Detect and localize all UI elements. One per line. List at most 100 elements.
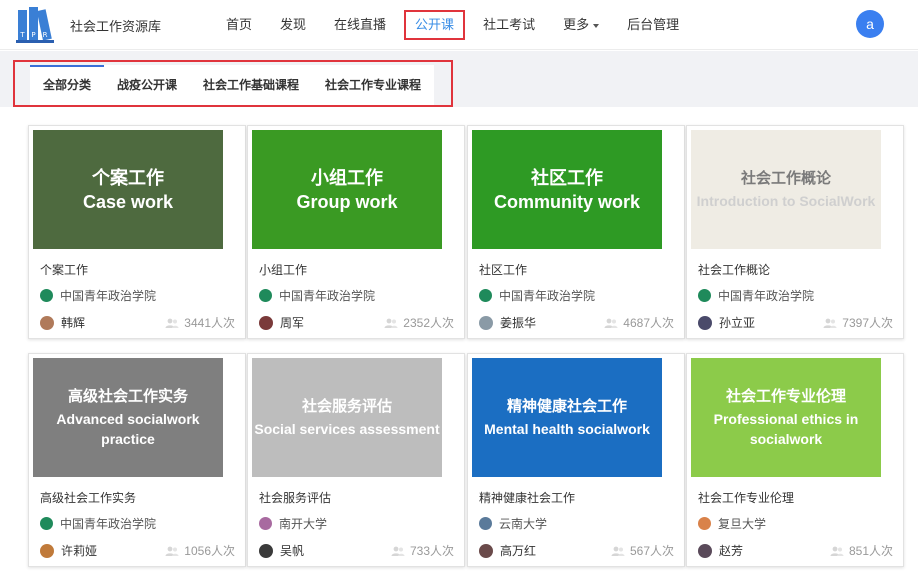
- course-teacher[interactable]: 高万红: [479, 542, 536, 559]
- tab-professional-courses[interactable]: 社会工作专业课程: [312, 65, 434, 105]
- tab-epidemic-courses[interactable]: 战疫公开课: [104, 65, 190, 105]
- cover-title-cn: 个案工作: [92, 167, 164, 188]
- view-count: 3441人次: [165, 314, 235, 331]
- site-title[interactable]: 社会工作资源库: [70, 16, 161, 35]
- course-teacher[interactable]: 孙立亚: [698, 314, 755, 331]
- course-cover[interactable]: 精神健康社会工作 Mental health socialwork: [472, 358, 662, 477]
- course-school[interactable]: 云南大学: [479, 515, 547, 532]
- school-emblem-icon: [698, 517, 711, 530]
- course-teacher[interactable]: 姜振华: [479, 314, 536, 331]
- course-title[interactable]: 社会工作概论: [698, 261, 770, 278]
- course-title[interactable]: 精神健康社会工作: [479, 489, 575, 506]
- school-name: 中国青年政治学院: [279, 289, 376, 303]
- cover-title-en: Mental health socialwork: [484, 420, 650, 437]
- school-emblem-icon: [479, 289, 492, 302]
- teacher-avatar-icon: [259, 315, 273, 330]
- course-school[interactable]: 中国青年政治学院: [259, 287, 375, 304]
- teacher-name: 吴帆: [280, 544, 305, 558]
- course-teacher[interactable]: 周军: [259, 314, 304, 331]
- course-teacher[interactable]: 韩辉: [40, 314, 85, 331]
- course-school[interactable]: 中国青年政治学院: [40, 515, 156, 532]
- course-school[interactable]: 中国青年政治学院: [40, 287, 156, 304]
- teacher-name: 韩辉: [61, 316, 86, 330]
- course-cover[interactable]: 小组工作 Group work: [252, 130, 442, 249]
- teacher-avatar-icon: [479, 543, 493, 558]
- cover-title-cn: 社会服务评估: [301, 397, 392, 415]
- school-name: 云南大学: [499, 517, 548, 531]
- course-title[interactable]: 个案工作: [40, 261, 88, 278]
- course-card[interactable]: 社会工作概论 Introduction to SocialWork 社会工作概论…: [686, 125, 904, 339]
- view-count-text: 733人次: [409, 544, 454, 558]
- tab-all-categories[interactable]: 全部分类: [30, 65, 105, 105]
- cover-title-cn: 社会工作专业伦理: [725, 387, 846, 405]
- logo-letter-r: R: [43, 31, 48, 39]
- view-count: 2352人次: [384, 314, 454, 331]
- course-card[interactable]: 精神健康社会工作 Mental health socialwork 精神健康社会…: [467, 353, 685, 567]
- course-teacher[interactable]: 吴帆: [259, 542, 304, 559]
- school-emblem-icon: [40, 517, 53, 530]
- school-emblem-icon: [40, 289, 53, 302]
- course-cover[interactable]: 社会服务评估 Social services assessment: [252, 358, 442, 477]
- nav-open-courses[interactable]: 公开课: [404, 10, 466, 40]
- teacher-name: 姜振华: [500, 316, 537, 330]
- cover-title-en: Professional ethics in socialwork: [713, 410, 859, 447]
- teacher-name: 许莉娅: [61, 544, 98, 558]
- course-teacher[interactable]: 赵芳: [698, 542, 743, 559]
- cover-title-en: Introduction to SocialWork: [696, 192, 876, 209]
- nav-exam[interactable]: 社工考试: [469, 10, 549, 40]
- course-school[interactable]: 中国青年政治学院: [698, 287, 814, 304]
- course-teacher[interactable]: 许莉娅: [40, 542, 97, 559]
- school-emblem-icon: [259, 517, 272, 530]
- course-title[interactable]: 小组工作: [259, 261, 307, 278]
- course-title[interactable]: 社会工作专业伦理: [698, 489, 794, 506]
- nav-live[interactable]: 在线直播: [320, 10, 400, 40]
- nav-discover[interactable]: 发现: [266, 10, 320, 40]
- books-logo-icon[interactable]: T P R: [16, 6, 56, 44]
- view-count-text: 2352人次: [403, 316, 454, 330]
- course-school[interactable]: 中国青年政治学院: [479, 287, 595, 304]
- teacher-name: 孙立亚: [719, 316, 756, 330]
- course-cover[interactable]: 社会工作概论 Introduction to SocialWork: [691, 130, 881, 249]
- teacher-name: 赵芳: [719, 544, 744, 558]
- cover-title-cn: 社会工作概论: [740, 169, 831, 187]
- caret-down-icon: [593, 23, 600, 28]
- teacher-avatar-icon: [40, 315, 54, 330]
- viewers-icon: [384, 318, 398, 328]
- teacher-avatar-icon: [40, 543, 54, 558]
- logo-letter-p: P: [31, 31, 35, 39]
- view-count: 567人次: [611, 542, 674, 559]
- course-title[interactable]: 高级社会工作实务: [40, 489, 136, 506]
- nav-home[interactable]: 首页: [212, 10, 266, 40]
- course-card[interactable]: 社会工作专业伦理 Professional ethics in socialwo…: [686, 353, 904, 567]
- course-school[interactable]: 复旦大学: [698, 515, 766, 532]
- top-header: T P R 社会工作资源库 首页 发现 在线直播 公开课 社工考试 更多 后台管…: [0, 0, 918, 50]
- nav-admin[interactable]: 后台管理: [613, 10, 693, 40]
- course-card[interactable]: 社会服务评估 Social services assessment 社会服务评估…: [247, 353, 465, 567]
- school-name: 复旦大学: [718, 517, 767, 531]
- teacher-avatar-icon: [698, 543, 712, 558]
- school-name: 中国青年政治学院: [499, 289, 596, 303]
- course-cover[interactable]: 社区工作 Community work: [472, 130, 662, 249]
- course-card[interactable]: 小组工作 Group work 小组工作 中国青年政治学院 周军 2352人次: [247, 125, 465, 339]
- user-avatar[interactable]: a: [856, 10, 884, 38]
- course-cover[interactable]: 个案工作 Case work: [33, 130, 223, 249]
- course-title[interactable]: 社会服务评估: [259, 489, 331, 506]
- course-cover[interactable]: 社会工作专业伦理 Professional ethics in socialwo…: [691, 358, 881, 477]
- nav-more[interactable]: 更多: [549, 10, 613, 40]
- cover-title-en: Social services assessment: [254, 420, 440, 437]
- school-emblem-icon: [259, 289, 272, 302]
- teacher-avatar-icon: [259, 543, 273, 558]
- course-card[interactable]: 高级社会工作实务 Advanced socialwork practice 高级…: [28, 353, 246, 567]
- view-count: 733人次: [391, 542, 454, 559]
- course-cover[interactable]: 高级社会工作实务 Advanced socialwork practice: [33, 358, 223, 477]
- tab-basic-courses[interactable]: 社会工作基础课程: [190, 65, 312, 105]
- course-school[interactable]: 南开大学: [259, 515, 327, 532]
- cover-title-en: Community work: [493, 191, 640, 212]
- view-count: 1056人次: [165, 542, 235, 559]
- course-card[interactable]: 个案工作 Case work 个案工作 中国青年政治学院 韩辉 3441人次: [28, 125, 246, 339]
- school-name: 中国青年政治学院: [718, 289, 815, 303]
- course-title[interactable]: 社区工作: [479, 261, 527, 278]
- cover-title-cn: 社区工作: [531, 167, 603, 188]
- teacher-avatar-icon: [698, 315, 712, 330]
- course-card[interactable]: 社区工作 Community work 社区工作 中国青年政治学院 姜振华 46…: [467, 125, 685, 339]
